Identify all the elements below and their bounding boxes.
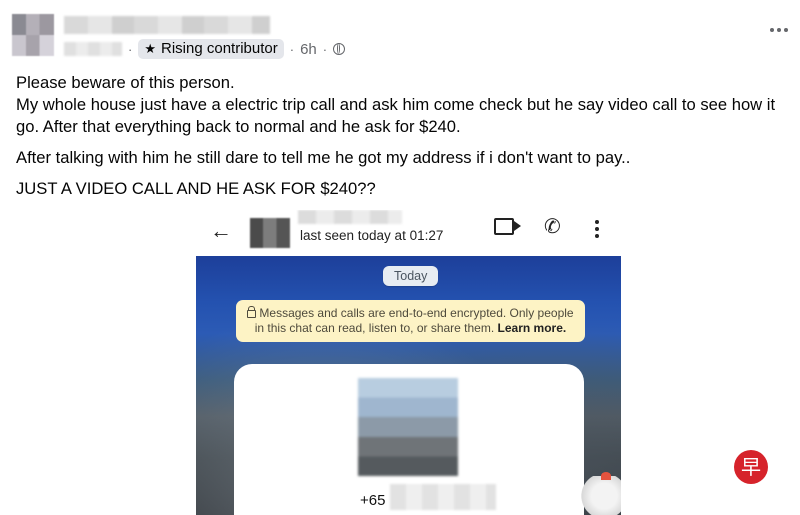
group-name-redacted[interactable] [64,42,122,56]
chat-header: ← last seen today at 01:27 ✆ [196,210,621,254]
phone-call-icon[interactable]: ✆ [544,214,561,239]
post-line: After talking with him he still dare to … [16,148,631,167]
contact-name-redacted[interactable] [298,210,402,224]
watermark-logo: 早 [734,450,768,484]
chat-screenshot[interactable]: ← last seen today at 01:27 ✆ Today Messa… [196,210,621,515]
video-call-icon[interactable] [494,218,514,235]
encryption-notice[interactable]: Messages and calls are end-to-end encryp… [236,300,585,342]
globe-icon[interactable] [333,43,346,55]
meta-separator: · [128,41,133,57]
contact-photo-redacted [358,378,458,476]
post-media[interactable]: ← last seen today at 01:27 ✆ Today Messa… [0,210,800,515]
last-seen-status: last seen today at 01:27 [300,228,444,243]
post-line: My whole house just have a electric trip… [16,95,776,136]
post-line: Please beware of this person. [16,73,235,92]
phone-prefix: +65 [360,492,386,509]
author-avatar[interactable] [12,14,54,56]
chat-body: Today Messages and calls are end-to-end … [196,256,621,515]
phone-number-redacted [390,484,496,510]
star-icon: ★ [144,41,156,56]
learn-more-link[interactable]: Learn more. [498,321,567,335]
contact-card[interactable]: +65 [234,364,584,515]
meta-separator: · [322,41,328,57]
badge-label: Rising contributor [161,40,278,57]
back-arrow-icon[interactable]: ← [210,218,232,244]
date-chip: Today [383,266,439,286]
post-meta: · ★ Rising contributor · 6h · [64,38,346,60]
kebab-menu-icon[interactable] [595,220,599,238]
meta-separator: · [289,41,295,57]
post-body: Please beware of this person. My whole h… [16,72,796,209]
post-line: JUST A VIDEO CALL AND HE ASK FOR $240?? [16,179,376,198]
sticker-decoration [579,472,621,515]
rising-contributor-badge[interactable]: ★ Rising contributor [138,39,284,59]
post-timestamp[interactable]: 6h [300,41,317,58]
lock-icon [247,306,257,318]
contact-avatar-redacted[interactable] [250,218,290,248]
post-header: · ★ Rising contributor · 6h · [0,0,800,66]
author-name-redacted[interactable] [64,16,270,34]
more-options-icon[interactable] [770,28,788,32]
